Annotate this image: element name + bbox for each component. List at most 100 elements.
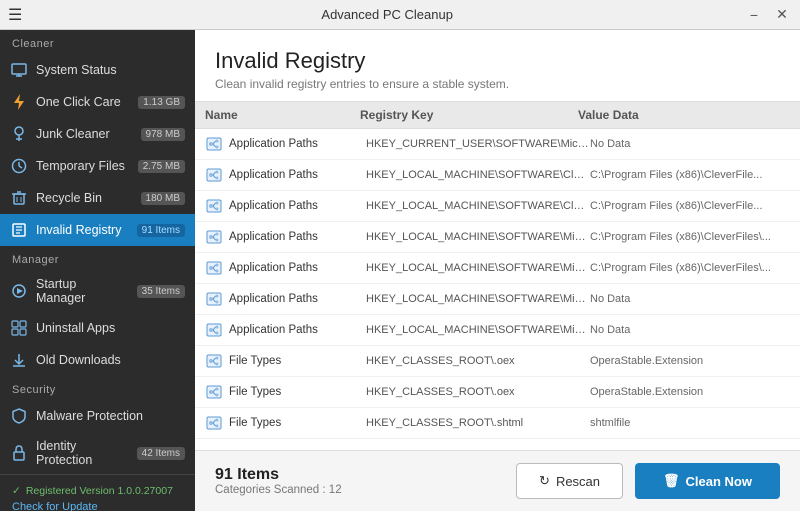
table-row[interactable]: File Types HKEY_CLASSES_ROOT\.oex OperaS…	[195, 346, 800, 377]
table-row[interactable]: Application Paths HKEY_CURRENT_USER\SOFT…	[195, 129, 800, 160]
main-layout: Cleaner System Status One Click Care 1.1…	[0, 30, 800, 511]
footer-buttons: ↻ Rescan 🗑 Clean Now	[516, 463, 780, 499]
sidebar-label: Recycle Bin	[36, 191, 133, 205]
row-registry-icon	[205, 414, 223, 432]
sidebar-item-old-downloads[interactable]: Old Downloads	[0, 344, 195, 376]
clean-label: Clean Now	[686, 474, 752, 489]
row-registry-icon	[205, 228, 223, 246]
sidebar-label: Identity Protection	[36, 439, 129, 467]
table-header: Name Registry Key Value Data	[195, 102, 800, 129]
cell-value: shtmlfile	[590, 417, 790, 429]
sidebar-item-recycle-bin[interactable]: Recycle Bin 180 MB	[0, 182, 195, 214]
page-title: Invalid Registry	[215, 48, 780, 74]
sidebar-item-malware-protection[interactable]: Malware Protection	[0, 400, 195, 432]
sidebar-footer: ✓ Registered Version 1.0.0.27007 Check f…	[0, 474, 195, 511]
row-registry-icon	[205, 135, 223, 153]
content-area: Invalid Registry Clean invalid registry …	[195, 30, 800, 511]
cell-name: File Types	[229, 386, 366, 398]
footer-info: 91 Items Categories Scanned : 12	[215, 466, 516, 496]
row-registry-icon	[205, 352, 223, 370]
registered-text: Registered Version 1.0.0.27007	[26, 485, 173, 497]
sidebar-label: Old Downloads	[36, 353, 185, 367]
sidebar-item-startup-manager[interactable]: Startup Manager 35 Items	[0, 270, 195, 312]
cell-value: No Data	[590, 324, 790, 336]
table-row[interactable]: Application Paths HKEY_LOCAL_MACHINE\SOF…	[195, 191, 800, 222]
sidebar-section-security: Security	[0, 376, 195, 400]
cell-key: HKEY_LOCAL_MACHINE\SOFTWARE\Microsoft\Wi…	[366, 231, 590, 243]
lock-icon	[10, 444, 28, 462]
sidebar-label: Uninstall Apps	[36, 321, 185, 335]
sidebar: Cleaner System Status One Click Care 1.1…	[0, 30, 195, 511]
cell-value: No Data	[590, 138, 790, 150]
sidebar-item-one-click-care[interactable]: One Click Care 1.13 GB	[0, 86, 195, 118]
cell-key: HKEY_LOCAL_MACHINE\SOFTWARE\Microsoft\Wi…	[366, 324, 590, 336]
app-title: Advanced PC Cleanup	[30, 7, 744, 22]
page-subtitle: Clean invalid registry entries to ensure…	[215, 77, 780, 91]
sidebar-item-uninstall-apps[interactable]: Uninstall Apps	[0, 312, 195, 344]
check-update-link[interactable]: Check for Update	[12, 501, 183, 511]
sidebar-badge: 42 Items	[137, 447, 185, 460]
content-header: Invalid Registry Clean invalid registry …	[195, 30, 800, 102]
sidebar-item-invalid-registry[interactable]: Invalid Registry 91 Items	[0, 214, 195, 246]
sidebar-section-manager: Manager	[0, 246, 195, 270]
broom-icon	[10, 125, 28, 143]
row-registry-icon	[205, 259, 223, 277]
clean-now-button[interactable]: 🗑 Clean Now	[635, 463, 780, 499]
sidebar-label: Startup Manager	[36, 277, 129, 305]
title-bar: ☰ Advanced PC Cleanup − ✕	[0, 0, 800, 30]
table-row[interactable]: Application Paths HKEY_LOCAL_MACHINE\SOF…	[195, 284, 800, 315]
sidebar-section-cleaner: Cleaner	[0, 30, 195, 54]
cell-value: C:\Program Files (x86)\CleverFiles\...	[590, 262, 790, 274]
table-row[interactable]: Application Paths HKEY_LOCAL_MACHINE\SOF…	[195, 160, 800, 191]
cell-key: HKEY_LOCAL_MACHINE\SOFTWARE\Classes\Appl…	[366, 169, 590, 181]
row-registry-icon	[205, 383, 223, 401]
cell-value: C:\Program Files (x86)\CleverFile...	[590, 169, 790, 181]
table-row[interactable]: Application Paths HKEY_LOCAL_MACHINE\SOF…	[195, 253, 800, 284]
cell-name: Application Paths	[229, 169, 366, 181]
close-button[interactable]: ✕	[772, 5, 792, 25]
sidebar-badge: 1.13 GB	[138, 96, 185, 109]
items-count: 91 Items	[215, 466, 516, 484]
col-header-value: Value Data	[578, 108, 778, 122]
table-row[interactable]: Application Paths HKEY_LOCAL_MACHINE\SOF…	[195, 222, 800, 253]
sidebar-item-system-status[interactable]: System Status	[0, 54, 195, 86]
sidebar-item-identity-protection[interactable]: Identity Protection 42 Items	[0, 432, 195, 474]
cell-key: HKEY_CLASSES_ROOT\.shtml	[366, 417, 590, 429]
sidebar-badge: 35 Items	[137, 285, 185, 298]
menu-icon[interactable]: ☰	[8, 5, 22, 25]
row-registry-icon	[205, 166, 223, 184]
cell-value: C:\Program Files (x86)\CleverFiles\...	[590, 231, 790, 243]
cell-key: HKEY_CURRENT_USER\SOFTWARE\Microsoft\Win…	[366, 138, 590, 150]
registry-icon	[10, 221, 28, 239]
table-row[interactable]: File Types HKEY_CLASSES_ROOT\.shtml shtm…	[195, 408, 800, 439]
table-row[interactable]: Application Paths HKEY_LOCAL_MACHINE\SOF…	[195, 315, 800, 346]
table-body[interactable]: Application Paths HKEY_CURRENT_USER\SOFT…	[195, 129, 800, 450]
sidebar-badge: 180 MB	[141, 192, 185, 205]
cell-key: HKEY_LOCAL_MACHINE\SOFTWARE\Microsoft\Wi…	[366, 293, 590, 305]
sidebar-badge: 2.75 MB	[138, 160, 185, 173]
shield-icon	[10, 407, 28, 425]
minimize-button[interactable]: −	[744, 5, 764, 25]
sidebar-label: Invalid Registry	[36, 223, 129, 237]
registered-status: ✓ Registered Version 1.0.0.27007	[12, 485, 183, 497]
sidebar-label: One Click Care	[36, 95, 130, 109]
categories-scanned: Categories Scanned : 12	[215, 484, 516, 496]
cell-name: Application Paths	[229, 262, 366, 274]
cell-name: Application Paths	[229, 200, 366, 212]
sidebar-item-junk-cleaner[interactable]: Junk Cleaner 978 MB	[0, 118, 195, 150]
row-registry-icon	[205, 197, 223, 215]
cell-name: Application Paths	[229, 231, 366, 243]
lightning-icon	[10, 93, 28, 111]
table-row[interactable]: File Types HKEY_CLASSES_ROOT\.oex OperaS…	[195, 377, 800, 408]
sidebar-item-temporary-files[interactable]: Temporary Files 2.75 MB	[0, 150, 195, 182]
sidebar-badge: 91 Items	[137, 224, 185, 237]
col-scroll-spacer	[778, 108, 790, 122]
clean-icon: 🗑	[663, 473, 680, 489]
col-header-name: Name	[205, 108, 360, 122]
row-registry-icon	[205, 290, 223, 308]
monitor-icon	[10, 61, 28, 79]
rescan-button[interactable]: ↻ Rescan	[516, 463, 623, 499]
cell-value: C:\Program Files (x86)\CleverFile...	[590, 200, 790, 212]
startup-icon	[10, 282, 28, 300]
rescan-icon: ↻	[539, 473, 550, 489]
